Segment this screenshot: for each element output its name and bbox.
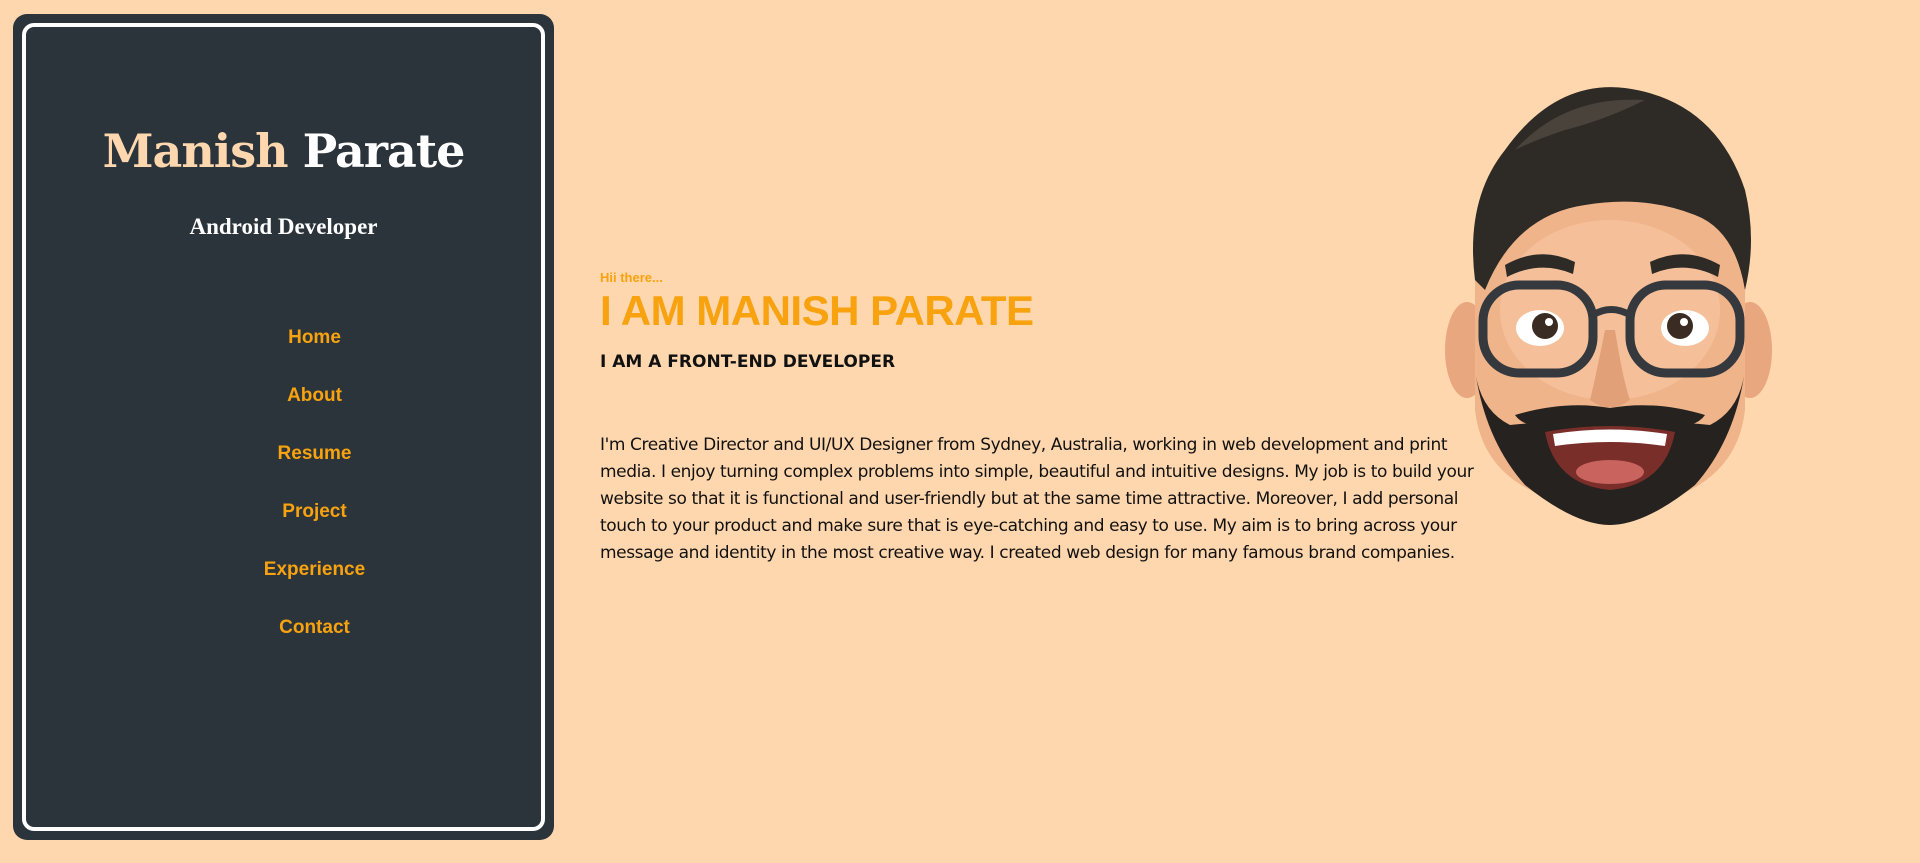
- greeting-text: Hii there...: [600, 270, 663, 285]
- sidebar: Manish Parate Android Developer Home Abo…: [13, 14, 554, 840]
- nav-item-about: About: [88, 385, 541, 443]
- brand-first-name: Manish: [102, 124, 289, 178]
- nav-item-project: Project: [88, 501, 541, 559]
- nav-link-about[interactable]: About: [287, 385, 342, 406]
- nav-link-experience[interactable]: Experience: [264, 559, 365, 580]
- nav-menu: Home About Resume Project Experience Con…: [26, 327, 541, 675]
- hero-section: Hii there... I AM MANISH PARATE I AM A F…: [600, 270, 1480, 567]
- nav-link-project[interactable]: Project: [282, 501, 346, 522]
- hero-subtitle: I AM A FRONT-END DEVELOPER: [600, 352, 896, 372]
- sidebar-frame: Manish Parate Android Developer Home Abo…: [22, 23, 545, 831]
- memoji-avatar-icon: [1445, 80, 1775, 530]
- brand-last-name: Parate: [302, 124, 466, 178]
- hero-headline: I AM MANISH PARATE: [600, 287, 1034, 334]
- nav-item-contact: Contact: [88, 617, 541, 675]
- nav-link-contact[interactable]: Contact: [279, 617, 350, 638]
- nav-item-home: Home: [88, 327, 541, 385]
- role-title: Android Developer: [189, 214, 378, 239]
- nav-link-resume[interactable]: Resume: [278, 443, 352, 464]
- nav-item-resume: Resume: [88, 443, 541, 501]
- bio-paragraph: I'm Creative Director and UI/UX Designer…: [600, 435, 1474, 563]
- brand-name: Manish Parate: [26, 128, 541, 174]
- nav-item-experience: Experience: [88, 559, 541, 617]
- nav-link-home[interactable]: Home: [288, 327, 341, 348]
